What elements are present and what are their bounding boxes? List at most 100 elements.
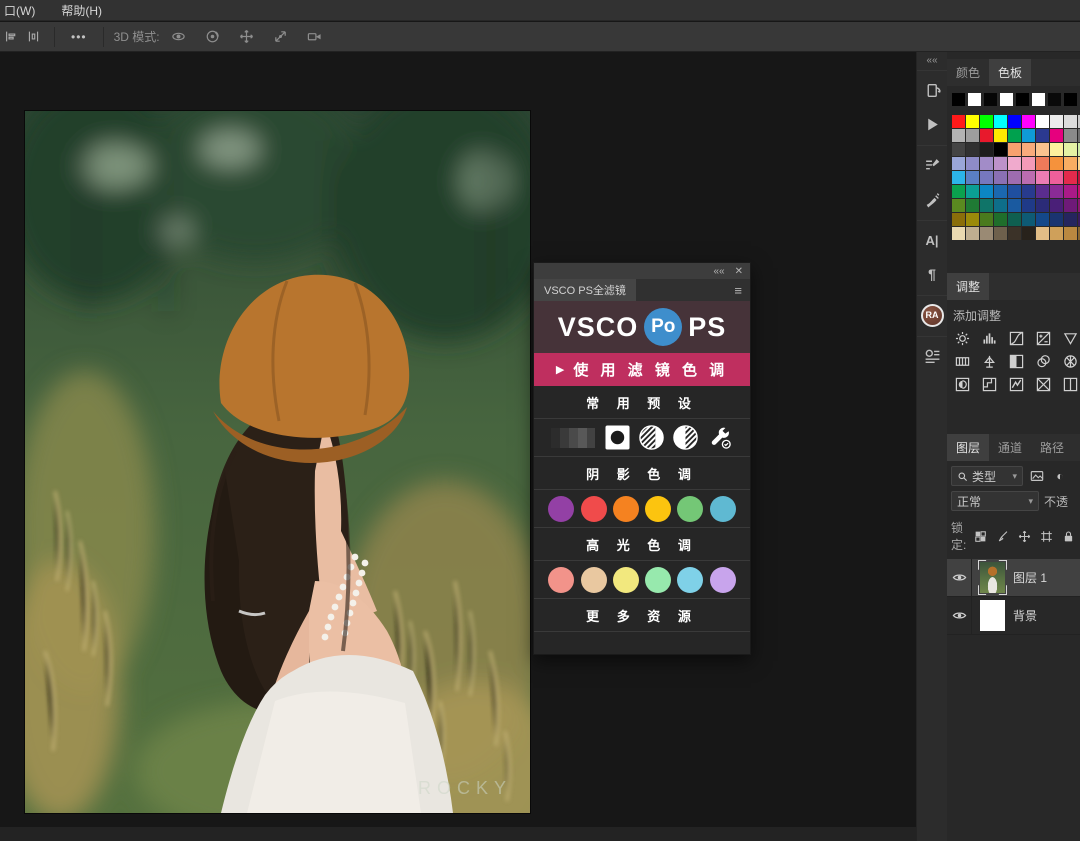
swatch[interactable]	[994, 171, 1007, 184]
square-dot-icon[interactable]	[605, 425, 630, 450]
swatch[interactable]	[1036, 185, 1049, 198]
swatch[interactable]	[1064, 199, 1077, 212]
swatch[interactable]	[980, 199, 993, 212]
swatch[interactable]	[1036, 143, 1049, 156]
swatch[interactable]	[966, 199, 979, 212]
swatch[interactable]	[1016, 93, 1029, 106]
brush-settings-icon[interactable]	[920, 153, 944, 177]
swatch[interactable]	[1008, 115, 1021, 128]
swatch[interactable]	[952, 171, 965, 184]
shadow-tone-swatch[interactable]	[580, 495, 607, 522]
align-icon[interactable]	[0, 27, 22, 47]
selective-color-icon[interactable]	[1060, 374, 1080, 394]
swatch[interactable]	[980, 143, 993, 156]
tab-路径[interactable]: 路径	[1031, 434, 1073, 461]
swatch[interactable]	[952, 185, 965, 198]
lock-artboard-icon[interactable]	[1039, 527, 1054, 545]
black-white-icon[interactable]	[1006, 351, 1026, 371]
eye-icon[interactable]	[947, 597, 972, 634]
distribute-icon[interactable]	[22, 27, 44, 47]
vsco-panel-tab[interactable]: VSCO PS全滤镜	[534, 279, 636, 301]
swatch[interactable]	[1036, 227, 1049, 240]
swatch[interactable]	[952, 227, 965, 240]
more-options-icon[interactable]: •••	[65, 30, 93, 44]
posterize-icon[interactable]	[979, 374, 999, 394]
apply-filter-button[interactable]: ▶ 使 用 滤 镜 色 调	[534, 353, 750, 386]
swatch[interactable]	[1064, 227, 1077, 240]
levels-icon[interactable]	[979, 328, 999, 348]
swatch[interactable]	[1050, 199, 1063, 212]
swatch[interactable]	[952, 115, 965, 128]
tone-strip-icon[interactable]	[551, 427, 596, 448]
swatch[interactable]	[1022, 115, 1035, 128]
highlight-tone-swatch[interactable]	[612, 566, 639, 593]
swatch[interactable]	[1064, 115, 1077, 128]
swatch[interactable]	[966, 143, 979, 156]
layer-name[interactable]: 背景	[1013, 607, 1037, 624]
wrench-icon[interactable]	[708, 425, 733, 450]
swatch[interactable]	[952, 199, 965, 212]
gradient-map-icon[interactable]	[1033, 374, 1053, 394]
lock-position-icon[interactable]	[1017, 527, 1032, 545]
tab-颜色[interactable]: 颜色	[947, 59, 989, 86]
swatch[interactable]	[994, 143, 1007, 156]
swatch[interactable]	[1036, 129, 1049, 142]
swatch[interactable]	[1022, 157, 1035, 170]
swatch[interactable]	[1032, 93, 1045, 106]
swatch[interactable]	[1036, 199, 1049, 212]
close-icon[interactable]: ✕	[735, 266, 743, 277]
document-image[interactable]: ROCKY	[25, 111, 530, 813]
swatch[interactable]	[980, 213, 993, 226]
layer-filter-select[interactable]: 类型 ▾	[951, 466, 1023, 486]
swatch[interactable]	[1022, 199, 1035, 212]
layer-row[interactable]: 图层 1	[947, 559, 1080, 597]
highlight-tone-swatch[interactable]	[677, 566, 704, 593]
swatch[interactable]	[1050, 171, 1063, 184]
swatch[interactable]	[952, 129, 965, 142]
menu-help[interactable]: 帮助(H)	[61, 2, 102, 19]
swatch[interactable]	[980, 129, 993, 142]
swatch[interactable]	[1008, 143, 1021, 156]
filter-adjustment-icon[interactable]: ◐	[1051, 467, 1069, 485]
pan-3d-icon[interactable]	[236, 27, 258, 47]
swatch[interactable]	[1064, 129, 1077, 142]
swatch[interactable]	[1064, 185, 1077, 198]
circle-hatch-right-icon[interactable]	[673, 425, 699, 450]
swatch[interactable]	[1008, 129, 1021, 142]
shadow-tone-swatch[interactable]	[548, 495, 575, 522]
swatch[interactable]	[1064, 157, 1077, 170]
swatch[interactable]	[1008, 157, 1021, 170]
swatch[interactable]	[1008, 171, 1021, 184]
swatch[interactable]	[994, 115, 1007, 128]
swatch[interactable]	[1036, 171, 1049, 184]
swatch[interactable]	[1022, 185, 1035, 198]
swatch[interactable]	[1048, 93, 1061, 106]
swatch[interactable]	[952, 213, 965, 226]
brightness-contrast-icon[interactable]	[952, 328, 972, 348]
swatch[interactable]	[1064, 213, 1077, 226]
swatch[interactable]	[994, 185, 1007, 198]
exposure-icon[interactable]	[1033, 328, 1053, 348]
tab-adjustments[interactable]: 调整	[947, 273, 990, 300]
lock-transparent-icon[interactable]	[973, 527, 988, 545]
curves-icon[interactable]	[1006, 328, 1026, 348]
swatch[interactable]	[994, 227, 1007, 240]
swatch[interactable]	[1008, 199, 1021, 212]
swatch[interactable]	[980, 227, 993, 240]
shadow-tone-swatch[interactable]	[645, 495, 672, 522]
swatch[interactable]	[1036, 115, 1049, 128]
swatch[interactable]	[1050, 157, 1063, 170]
character-icon[interactable]: A|	[920, 228, 944, 252]
swatch[interactable]	[994, 199, 1007, 212]
swatch[interactable]	[966, 129, 979, 142]
canvas-area[interactable]: ROCKY «« ✕ VSCO PS全滤镜 ≡ VSCO Po PS ▶ 使 用…	[0, 52, 916, 841]
swatch[interactable]	[966, 185, 979, 198]
swatch[interactable]	[952, 143, 965, 156]
slide-3d-icon[interactable]	[270, 27, 292, 47]
tab-色板[interactable]: 色板	[989, 59, 1032, 86]
layer-row[interactable]: 背景	[947, 597, 1080, 635]
swatch[interactable]	[1022, 143, 1035, 156]
swatch[interactable]	[994, 157, 1007, 170]
collapse-icon[interactable]: ««	[713, 266, 724, 277]
panel-menu-icon[interactable]: ≡	[726, 279, 750, 301]
